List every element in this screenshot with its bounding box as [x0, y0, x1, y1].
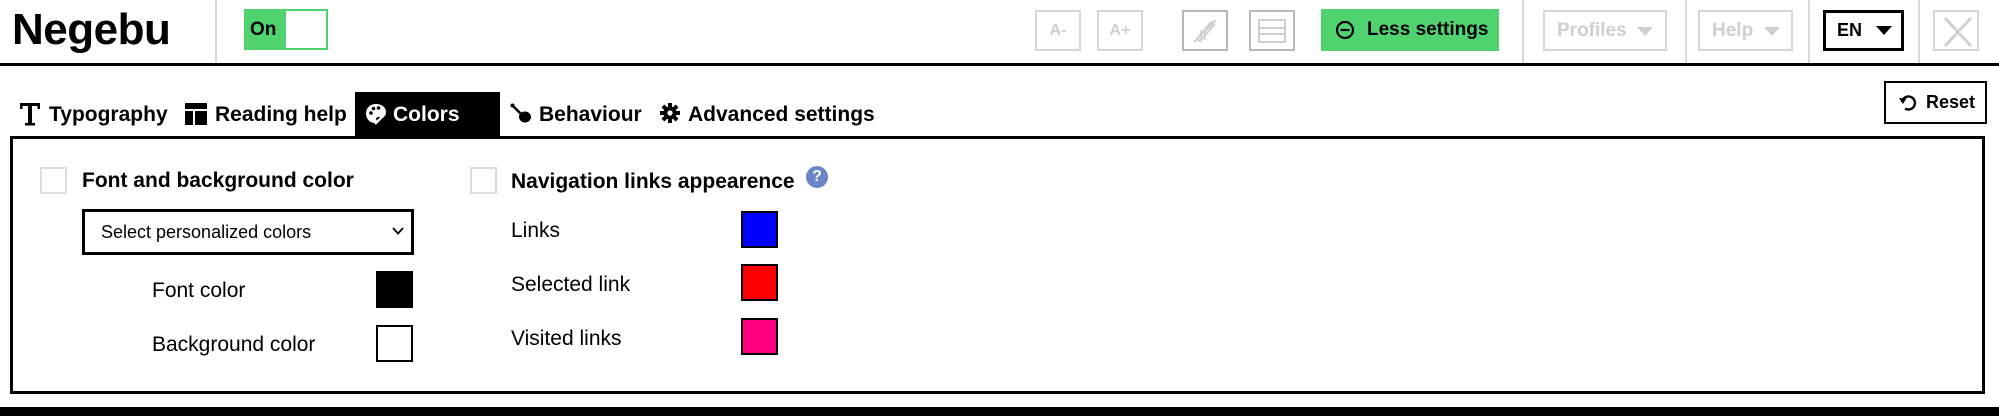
visited-links-color-swatch[interactable] — [741, 318, 778, 355]
reading-mask-button[interactable] — [1249, 10, 1295, 51]
toolbar-divider — [1522, 0, 1524, 63]
palette-icon — [366, 104, 386, 125]
tab-advanced-settings[interactable]: Advanced settings — [658, 92, 878, 136]
chevron-down-icon — [1876, 26, 1892, 35]
personalized-colors-select[interactable]: Select personalized colors — [82, 209, 414, 255]
close-button[interactable] — [1933, 10, 1979, 51]
tab-reading-help[interactable]: Reading help — [183, 92, 351, 136]
toolbar-divider — [1918, 0, 1920, 63]
links-label: Links — [511, 219, 561, 242]
tab-label: Colors — [393, 103, 460, 126]
bottom-border — [0, 407, 1999, 416]
toolbar-divider — [1685, 0, 1687, 63]
navigation-links-title: Navigation links appearence — [511, 170, 795, 193]
links-color-swatch[interactable] — [741, 211, 778, 248]
chevron-down-icon — [1764, 27, 1780, 36]
navigation-links-checkbox[interactable] — [470, 167, 497, 194]
typography-icon — [20, 103, 40, 126]
less-settings-label: Less settings — [1367, 19, 1489, 40]
reset-button[interactable]: Reset — [1884, 81, 1987, 124]
reset-label: Reset — [1926, 92, 1976, 112]
reading-mask-icon — [1258, 18, 1286, 43]
font-background-title: Font and background color — [82, 169, 354, 192]
profiles-dropdown[interactable]: Profiles — [1543, 10, 1667, 51]
background-color-label: Background color — [152, 333, 316, 356]
toolbar-divider — [215, 0, 217, 63]
tab-behaviour[interactable]: Behaviour — [509, 92, 647, 136]
tab-label: Behaviour — [539, 103, 642, 126]
language-select[interactable]: EN — [1823, 10, 1904, 51]
brand-title: Negebu — [12, 5, 171, 54]
top-toolbar: Negebu On A- A+ Less settings Profiles H… — [0, 0, 1999, 66]
profiles-label: Profiles — [1557, 20, 1627, 41]
less-settings-button[interactable]: Less settings — [1321, 9, 1499, 51]
tab-label: Advanced settings — [688, 103, 875, 126]
tab-label: Reading help — [215, 103, 347, 126]
selected-link-color-swatch[interactable] — [741, 264, 778, 301]
font-color-label: Font color — [152, 279, 246, 302]
font-background-checkbox[interactable] — [40, 167, 67, 194]
help-label: Help — [1712, 20, 1754, 41]
language-label: EN — [1837, 20, 1863, 40]
close-icon — [1943, 16, 1973, 48]
gear-icon — [660, 103, 680, 123]
help-icon[interactable]: ? — [806, 166, 828, 188]
decrease-font-button[interactable]: A- — [1035, 10, 1081, 51]
strikethrough-pen-icon — [1193, 18, 1217, 43]
visited-links-label: Visited links — [511, 327, 622, 350]
no-style-button[interactable] — [1182, 10, 1228, 51]
minus-circle-icon — [1335, 20, 1355, 40]
tab-colors[interactable]: Colors — [355, 92, 500, 136]
selected-link-label: Selected link — [511, 273, 631, 296]
select-value: Select personalized colors — [101, 222, 312, 242]
font-color-swatch[interactable] — [376, 271, 413, 308]
on-off-toggle[interactable]: On — [244, 9, 328, 50]
toolbar-divider — [1808, 0, 1810, 63]
pointer-icon — [510, 103, 531, 123]
increase-font-button[interactable]: A+ — [1097, 10, 1143, 51]
chevron-down-icon — [1637, 27, 1653, 36]
background-color-swatch[interactable] — [376, 325, 413, 362]
chevron-down-icon — [392, 227, 404, 235]
help-dropdown[interactable]: Help — [1698, 10, 1793, 51]
tab-label: Typography — [49, 103, 168, 126]
undo-icon — [1899, 95, 1917, 111]
tab-typography[interactable]: Typography — [17, 92, 172, 136]
toggle-label: On — [250, 19, 277, 40]
layout-icon — [185, 103, 207, 125]
